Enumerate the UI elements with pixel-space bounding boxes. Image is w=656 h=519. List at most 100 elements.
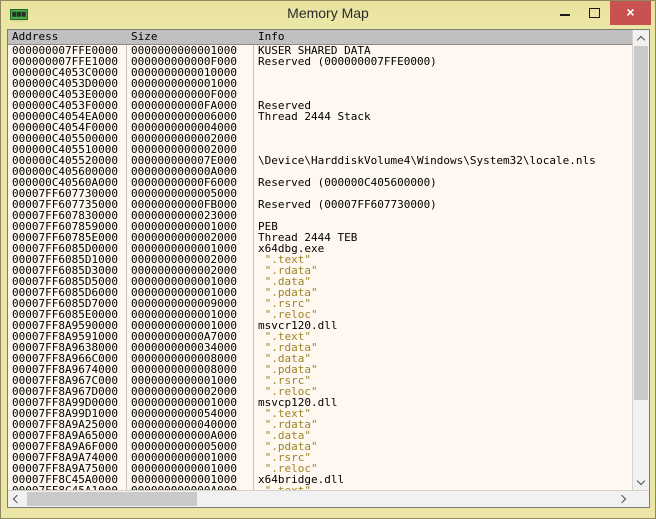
cell-info: x64dbg.exe — [254, 243, 632, 254]
table-row[interactable]: 000000C4055000000000000000002000 — [8, 133, 632, 144]
table-row[interactable]: 000000C405600000000000000000A000 — [8, 166, 632, 177]
minimize-button[interactable] — [550, 1, 580, 25]
titlebar[interactable]: Memory Map × — [1, 1, 655, 29]
table-row[interactable]: 00007FF8A967D0000000000000002000 ".reloc… — [8, 386, 632, 397]
table-row[interactable]: 000000C4054EA0000000000000006000Thread 2… — [8, 111, 632, 122]
memory-map-table: Address Size Info 000000007FFE0000000000… — [8, 30, 632, 490]
cell-info: ".rsrc" — [254, 452, 632, 463]
cell-address: 00007FF6085D5000 — [8, 276, 127, 287]
cell-info: Reserved (00007FF607730000) — [254, 199, 632, 210]
cell-size: 0000000000001000 — [127, 309, 254, 320]
table-row[interactable]: 00007FF8A9A6F0000000000000005000 ".pdata… — [8, 441, 632, 452]
memory-map-content: Address Size Info 000000007FFE0000000000… — [7, 29, 650, 508]
scroll-up-button[interactable] — [633, 30, 649, 46]
cell-address: 00007FF8A966C000 — [8, 353, 127, 364]
cell-address: 00007FF607730000 — [8, 188, 127, 199]
cell-info: ".rdata" — [254, 265, 632, 276]
table-row[interactable]: 000000C405520000000000000007E000\Device\… — [8, 155, 632, 166]
horizontal-scrollbar[interactable] — [8, 491, 632, 507]
cell-size: 0000000000001000 — [127, 221, 254, 232]
cell-info: Reserved (000000007FFE0000) — [254, 56, 632, 67]
table-row[interactable]: 00007FF8C45A00000000000000001000x64bridg… — [8, 474, 632, 485]
cell-info: Reserved — [254, 100, 632, 111]
table-row[interactable]: 00007FF8A95900000000000000001000msvcr120… — [8, 320, 632, 331]
cell-info: PEB — [254, 221, 632, 232]
table-row[interactable]: 00007FF6078590000000000000001000PEB — [8, 221, 632, 232]
table-row[interactable]: 00007FF8A96380000000000000034000 ".rdata… — [8, 342, 632, 353]
vertical-scroll-track[interactable] — [633, 46, 649, 474]
table-row[interactable]: 00007FF8A967C0000000000000001000 ".rsrc" — [8, 375, 632, 386]
table-row[interactable]: 000000C4055100000000000000002000 — [8, 144, 632, 155]
table-row[interactable]: 00007FF8A9A750000000000000001000 ".reloc… — [8, 463, 632, 474]
cell-address: 00007FF8A9A74000 — [8, 452, 127, 463]
cell-size: 0000000000009000 — [127, 298, 254, 309]
table-row[interactable]: 00007FF8A9A250000000000000040000 ".rdata… — [8, 419, 632, 430]
cell-size: 0000000000006000 — [127, 111, 254, 122]
cell-info: ".text" — [254, 254, 632, 265]
cell-info: KUSER_SHARED_DATA — [254, 45, 632, 56]
cell-size: 00000000000FA000 — [127, 100, 254, 111]
table-row[interactable]: 00007FF6085D30000000000000002000 ".rdata… — [8, 265, 632, 276]
table-row[interactable]: 00007FF6085D50000000000000001000 ".data" — [8, 276, 632, 287]
cell-info: ".rsrc" — [254, 375, 632, 386]
cell-size: 0000000000001000 — [127, 78, 254, 89]
column-header-info[interactable]: Info — [254, 30, 632, 44]
cell-address: 00007FF6085D1000 — [8, 254, 127, 265]
scroll-down-button[interactable] — [633, 474, 649, 490]
table-row[interactable]: 00007FF60773500000000000000FB000Reserved… — [8, 199, 632, 210]
table-row[interactable]: 00007FF6085D60000000000000001000 ".pdata… — [8, 287, 632, 298]
close-button[interactable]: × — [610, 1, 651, 25]
cell-size: 0000000000001000 — [127, 397, 254, 408]
table-row[interactable]: 000000C4053D00000000000000001000 — [8, 78, 632, 89]
cell-address: 000000C4054F0000 — [8, 122, 127, 133]
table-row[interactable]: 00007FF8A99D00000000000000001000msvcp120… — [8, 397, 632, 408]
cell-address: 00007FF8A9590000 — [8, 320, 127, 331]
cell-size: 0000000000010000 — [127, 67, 254, 78]
chevron-up-icon — [637, 36, 645, 44]
scroll-left-button[interactable] — [8, 491, 25, 507]
table-row[interactable]: 000000C4053F000000000000000FA000Reserved — [8, 100, 632, 111]
table-row[interactable]: 00007FF8A959100000000000000A7000 ".text" — [8, 331, 632, 342]
maximize-button[interactable] — [580, 1, 610, 25]
vertical-scroll-thumb[interactable] — [634, 46, 648, 400]
cell-address: 00007FF8A967C000 — [8, 375, 127, 386]
table-row[interactable]: 00007FF8A9A740000000000000001000 ".rsrc" — [8, 452, 632, 463]
table-row[interactable]: 000000C4053C00000000000000010000 — [8, 67, 632, 78]
cell-address: 00007FF6085D3000 — [8, 265, 127, 276]
table-row[interactable]: 00007FF6078300000000000000023000 — [8, 210, 632, 221]
horizontal-scroll-track[interactable] — [25, 491, 615, 507]
window-controls: × — [550, 1, 651, 25]
table-row[interactable]: 00007FF6085D10000000000000002000 ".text" — [8, 254, 632, 265]
table-row[interactable]: 00007FF8A9A65000000000000000A000 ".data" — [8, 430, 632, 441]
table-row[interactable]: 000000C40560A00000000000000F6000Reserved… — [8, 177, 632, 188]
table-row[interactable]: 00007FF8A99D10000000000000054000 ".text" — [8, 408, 632, 419]
cell-size: 0000000000001000 — [127, 287, 254, 298]
column-header-size[interactable]: Size — [127, 30, 254, 44]
horizontal-scroll-thumb[interactable] — [27, 492, 197, 506]
table-row[interactable]: 000000007FFE1000000000000000F000Reserved… — [8, 56, 632, 67]
scroll-right-button[interactable] — [615, 491, 632, 507]
cell-address: 00007FF8A9A25000 — [8, 419, 127, 430]
memory-map-window: Memory Map × Address Size Info 000000007… — [0, 0, 656, 519]
table-row[interactable]: 00007FF6077300000000000000005000 — [8, 188, 632, 199]
cell-address: 00007FF8A9638000 — [8, 342, 127, 353]
vertical-scrollbar[interactable] — [632, 30, 649, 490]
table-row[interactable]: 00007FF8A96740000000000000008000 ".pdata… — [8, 364, 632, 375]
table-row[interactable]: 000000C4054F00000000000000004000 — [8, 122, 632, 133]
cell-size: 0000000000005000 — [127, 441, 254, 452]
table-row[interactable]: 00007FF8A966C0000000000000008000 ".data" — [8, 353, 632, 364]
cell-address: 00007FF607735000 — [8, 199, 127, 210]
table-row[interactable]: 000000007FFE00000000000000001000KUSER_SH… — [8, 45, 632, 56]
cell-address: 000000007FFE1000 — [8, 56, 127, 67]
table-row[interactable]: 00007FF6085E00000000000000001000 ".reloc… — [8, 309, 632, 320]
cell-info: ".reloc" — [254, 309, 632, 320]
column-header-address[interactable]: Address — [8, 30, 127, 44]
table-row[interactable]: 00007FF6085D70000000000000009000 ".rsrc" — [8, 298, 632, 309]
cell-size: 0000000000001000 — [127, 45, 254, 56]
table-row[interactable]: 00007FF60785E0000000000000002000Thread 2… — [8, 232, 632, 243]
table-row[interactable]: 000000C4053E0000000000000000F000 — [8, 89, 632, 100]
cell-address: 00007FF8A9A65000 — [8, 430, 127, 441]
cell-size: 000000000007E000 — [127, 155, 254, 166]
cell-info — [254, 67, 632, 78]
table-row[interactable]: 00007FF6085D00000000000000001000x64dbg.e… — [8, 243, 632, 254]
